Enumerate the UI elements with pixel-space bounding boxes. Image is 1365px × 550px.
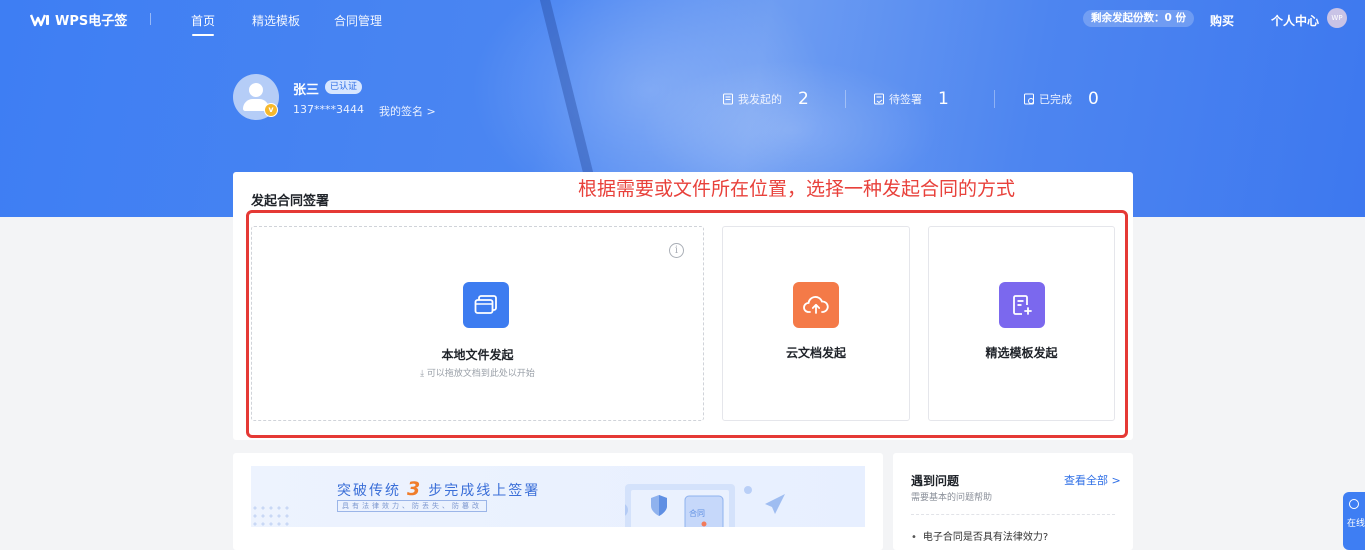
faq-subtitle: 需要基本的问题帮助 — [911, 493, 993, 503]
wps-logo-icon — [30, 14, 49, 26]
user-phone: 137****3444 — [293, 103, 364, 116]
user-center-link[interactable]: 个人中心 — [1271, 12, 1319, 29]
my-signature-link[interactable]: 我的签名 > — [379, 103, 436, 119]
stat-divider — [845, 90, 846, 108]
stat-label: 已完成 — [1039, 93, 1072, 106]
promo-banner[interactable]: 突破传统 3 步完成线上签署 具有法律效力、防丢失、防篡改 合同 — [251, 466, 865, 527]
faq-title: 遇到问题 — [911, 474, 960, 488]
banner-title-num: 3 — [407, 478, 423, 500]
annotation-text: 根据需要或文件所在位置，选择一种发起合同的方式 — [578, 178, 1016, 200]
nav-contract-manage[interactable]: 合同管理 — [334, 12, 382, 29]
stat-pending[interactable]: 待签署 1 — [873, 89, 949, 109]
stat-label: 我发起的 — [738, 93, 782, 106]
faq-divider — [911, 514, 1115, 515]
banner-subtitle: 具有法律效力、防丢失、防篡改 — [337, 500, 487, 512]
stat-value: 1 — [938, 89, 949, 109]
banner-title-pre: 突破传统 — [337, 483, 401, 499]
document-icon — [723, 93, 733, 105]
top-nav: WPS电子签 首页 精选模板 合同管理 剩余发起份数：0 份 购买 个人中心 W… — [0, 0, 1365, 38]
nav-home[interactable]: 首页 — [191, 12, 215, 36]
stat-completed[interactable]: 已完成 0 — [1023, 89, 1099, 109]
buy-link[interactable]: 购买 — [1210, 12, 1234, 29]
stat-value: 0 — [1088, 89, 1099, 109]
annotation-highlight-box — [246, 210, 1128, 438]
stat-initiated[interactable]: 我发起的 2 — [722, 89, 809, 109]
stat-divider — [994, 90, 995, 108]
brand-logo[interactable]: WPS电子签 — [30, 10, 127, 29]
nav-templates[interactable]: 精选模板 — [252, 12, 300, 29]
stat-label: 待签署 — [889, 93, 922, 106]
pending-sign-icon — [874, 93, 884, 105]
completed-icon — [1024, 93, 1034, 105]
online-service-label: 在线 — [1347, 519, 1365, 529]
faq-item[interactable]: 电子合同是否具有法律效力? — [911, 528, 1048, 543]
user-name: 张三 — [293, 83, 320, 98]
online-service-button[interactable]: 在线 — [1343, 492, 1365, 550]
nav-divider — [150, 13, 151, 25]
vip-badge-icon: v — [264, 103, 278, 117]
dot-pattern — [251, 504, 291, 526]
avatar[interactable]: WP — [1327, 8, 1347, 28]
banner-title: 突破传统 3 步完成线上签署 — [337, 478, 540, 500]
faq-view-all-link[interactable]: 查看全部 > — [1064, 472, 1121, 488]
verified-badge: 已认证 — [325, 80, 363, 94]
headset-icon — [1349, 499, 1359, 509]
banner-illustration: 合同 — [625, 484, 785, 527]
brand-name: WPS电子签 — [55, 14, 128, 29]
stat-value: 2 — [798, 89, 809, 109]
section-title: 发起合同签署 — [251, 194, 330, 209]
banner-title-post: 步完成线上签署 — [428, 483, 541, 499]
quota-badge: 剩余发起份数：0 份 — [1083, 10, 1194, 27]
banner-illus-label: 合同 — [689, 508, 705, 518]
avatar-head — [249, 83, 263, 97]
